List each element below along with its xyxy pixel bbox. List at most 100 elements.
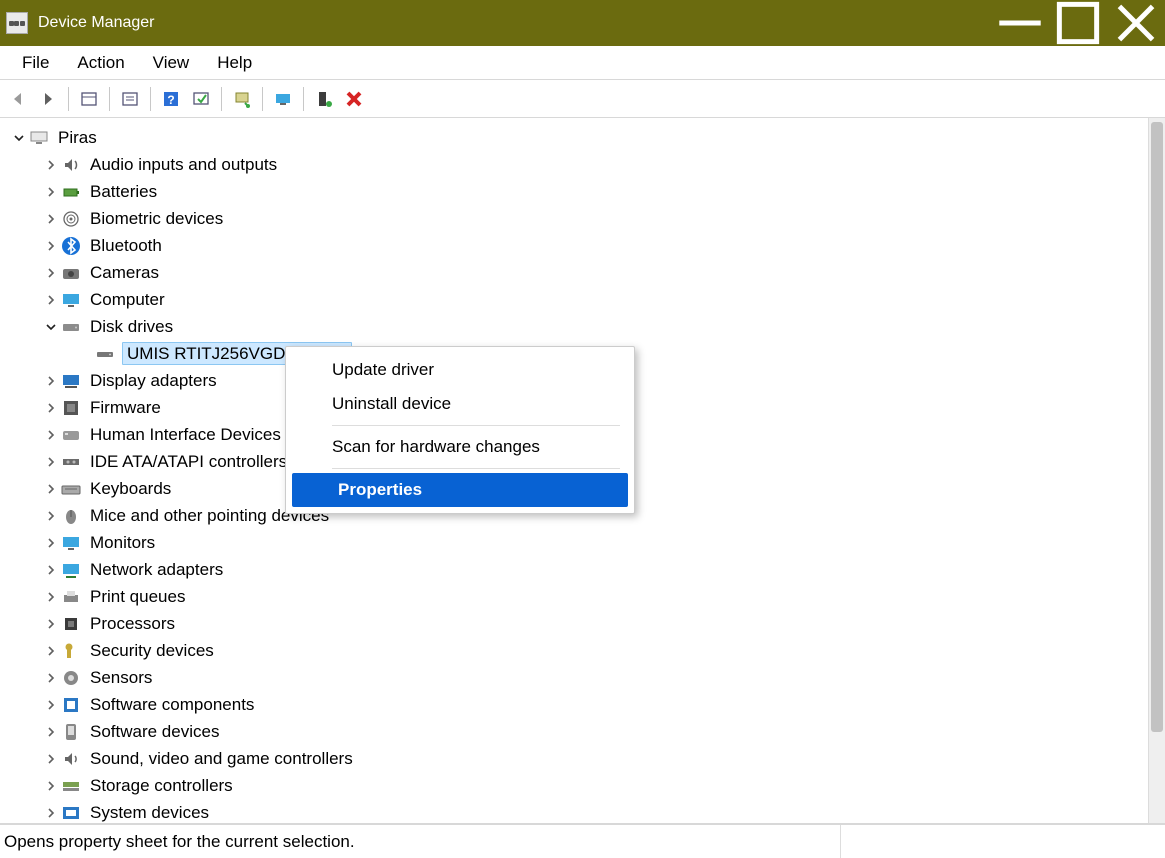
menu-view[interactable]: View	[139, 49, 204, 77]
toolbar-separator	[221, 87, 222, 111]
tree-category[interactable]: Cameras	[6, 259, 1148, 286]
tree-category-label: Disk drives	[90, 317, 173, 336]
toolbar-separator	[68, 87, 69, 111]
tree-category[interactable]: Sound, video and game controllers	[6, 745, 1148, 772]
ctx-scan-hardware[interactable]: Scan for hardware changes	[292, 430, 628, 464]
tree-category[interactable]: Security devices	[6, 637, 1148, 664]
minimize-button[interactable]	[991, 0, 1049, 46]
scan-hardware-button[interactable]	[187, 85, 215, 113]
ctx-properties[interactable]: Properties	[292, 473, 628, 507]
chevron-right-icon[interactable]	[42, 480, 60, 498]
status-bar: Opens property sheet for the current sel…	[0, 824, 1165, 858]
chevron-right-icon[interactable]	[42, 804, 60, 822]
chevron-right-icon[interactable]	[42, 588, 60, 606]
tree-category[interactable]: Monitors	[6, 529, 1148, 556]
tree-category[interactable]: Software components	[6, 691, 1148, 718]
uninstall-device-button[interactable]	[340, 85, 368, 113]
update-driver-button[interactable]	[228, 85, 256, 113]
chevron-right-icon[interactable]	[42, 372, 60, 390]
tree-category[interactable]: Audio inputs and outputs	[6, 151, 1148, 178]
category-icon	[60, 424, 82, 446]
chevron-right-icon[interactable]	[42, 561, 60, 579]
tree-category-label: Human Interface Devices	[90, 425, 281, 444]
tree-root[interactable]: Piras	[6, 124, 1148, 151]
chevron-right-icon[interactable]	[42, 642, 60, 660]
menu-help[interactable]: Help	[203, 49, 266, 77]
tree-category-label: Sound, video and game controllers	[90, 749, 353, 768]
category-icon	[60, 748, 82, 770]
tree-category[interactable]: Storage controllers	[6, 772, 1148, 799]
tree-category-label: Cameras	[90, 263, 159, 282]
tree-category[interactable]: Bluetooth	[6, 232, 1148, 259]
ctx-uninstall-device[interactable]: Uninstall device	[292, 387, 628, 421]
chevron-right-icon[interactable]	[42, 534, 60, 552]
category-icon	[60, 397, 82, 419]
maximize-button[interactable]	[1049, 0, 1107, 46]
tree-category[interactable]: Software devices	[6, 718, 1148, 745]
tree-category[interactable]: Biometric devices	[6, 205, 1148, 232]
show-hide-console-button[interactable]	[75, 85, 103, 113]
help-button[interactable]: ?	[157, 85, 185, 113]
chevron-right-icon[interactable]	[42, 237, 60, 255]
chevron-right-icon[interactable]	[42, 615, 60, 633]
chevron-down-icon[interactable]	[42, 318, 60, 336]
category-icon	[60, 721, 82, 743]
chevron-right-icon[interactable]	[42, 264, 60, 282]
category-icon	[60, 262, 82, 284]
tree-category[interactable]: Batteries	[6, 178, 1148, 205]
tree-category-label: Sensors	[90, 668, 152, 687]
chevron-right-icon[interactable]	[42, 291, 60, 309]
chevron-right-icon[interactable]	[42, 183, 60, 201]
properties-button[interactable]	[116, 85, 144, 113]
tree-category[interactable]: System devices	[6, 799, 1148, 823]
menu-file[interactable]: File	[8, 49, 63, 77]
close-button[interactable]	[1107, 0, 1165, 46]
chevron-down-icon[interactable]	[10, 129, 28, 147]
tree-category[interactable]: Sensors	[6, 664, 1148, 691]
tree-category-label: System devices	[90, 803, 209, 822]
tree-category[interactable]: Network adapters	[6, 556, 1148, 583]
add-device-button[interactable]	[310, 85, 338, 113]
enable-device-button[interactable]	[269, 85, 297, 113]
toolbar: ?	[0, 80, 1165, 118]
tree-category[interactable]: Computer	[6, 286, 1148, 313]
chevron-right-icon[interactable]	[42, 156, 60, 174]
forward-button[interactable]	[34, 85, 62, 113]
menu-action[interactable]: Action	[63, 49, 138, 77]
tree-category[interactable]: Processors	[6, 610, 1148, 637]
scrollbar-thumb[interactable]	[1151, 122, 1163, 732]
computer-icon	[28, 127, 50, 149]
chevron-right-icon[interactable]	[42, 669, 60, 687]
ctx-update-driver[interactable]: Update driver	[292, 353, 628, 387]
tree-category-label: Computer	[90, 290, 165, 309]
chevron-right-icon[interactable]	[42, 750, 60, 768]
category-icon	[60, 613, 82, 635]
tree-category-label: Monitors	[90, 533, 155, 552]
chevron-right-icon[interactable]	[42, 399, 60, 417]
tree-category-label: Processors	[90, 614, 175, 633]
tree-category-label: Software components	[90, 695, 254, 714]
status-text: Opens property sheet for the current sel…	[4, 832, 840, 852]
tree-category[interactable]: Print queues	[6, 583, 1148, 610]
chevron-right-icon[interactable]	[42, 696, 60, 714]
category-icon	[60, 478, 82, 500]
toolbar-separator	[109, 87, 110, 111]
category-icon	[60, 802, 82, 824]
chevron-right-icon[interactable]	[42, 210, 60, 228]
chevron-right-icon[interactable]	[42, 777, 60, 795]
vertical-scrollbar[interactable]	[1148, 118, 1165, 823]
device-tree[interactable]: Piras Audio inputs and outputsBatteriesB…	[0, 118, 1148, 823]
chevron-right-icon[interactable]	[42, 426, 60, 444]
chevron-right-icon[interactable]	[42, 723, 60, 741]
back-button[interactable]	[4, 85, 32, 113]
tree-category-label: Print queues	[90, 587, 185, 606]
tree-root-label: Piras	[58, 128, 97, 147]
category-icon	[60, 370, 82, 392]
category-icon	[60, 640, 82, 662]
chevron-right-icon[interactable]	[42, 453, 60, 471]
chevron-right-icon[interactable]	[42, 507, 60, 525]
tree-category[interactable]: Disk drives	[6, 313, 1148, 340]
category-icon	[60, 235, 82, 257]
category-icon	[60, 451, 82, 473]
category-icon	[60, 181, 82, 203]
